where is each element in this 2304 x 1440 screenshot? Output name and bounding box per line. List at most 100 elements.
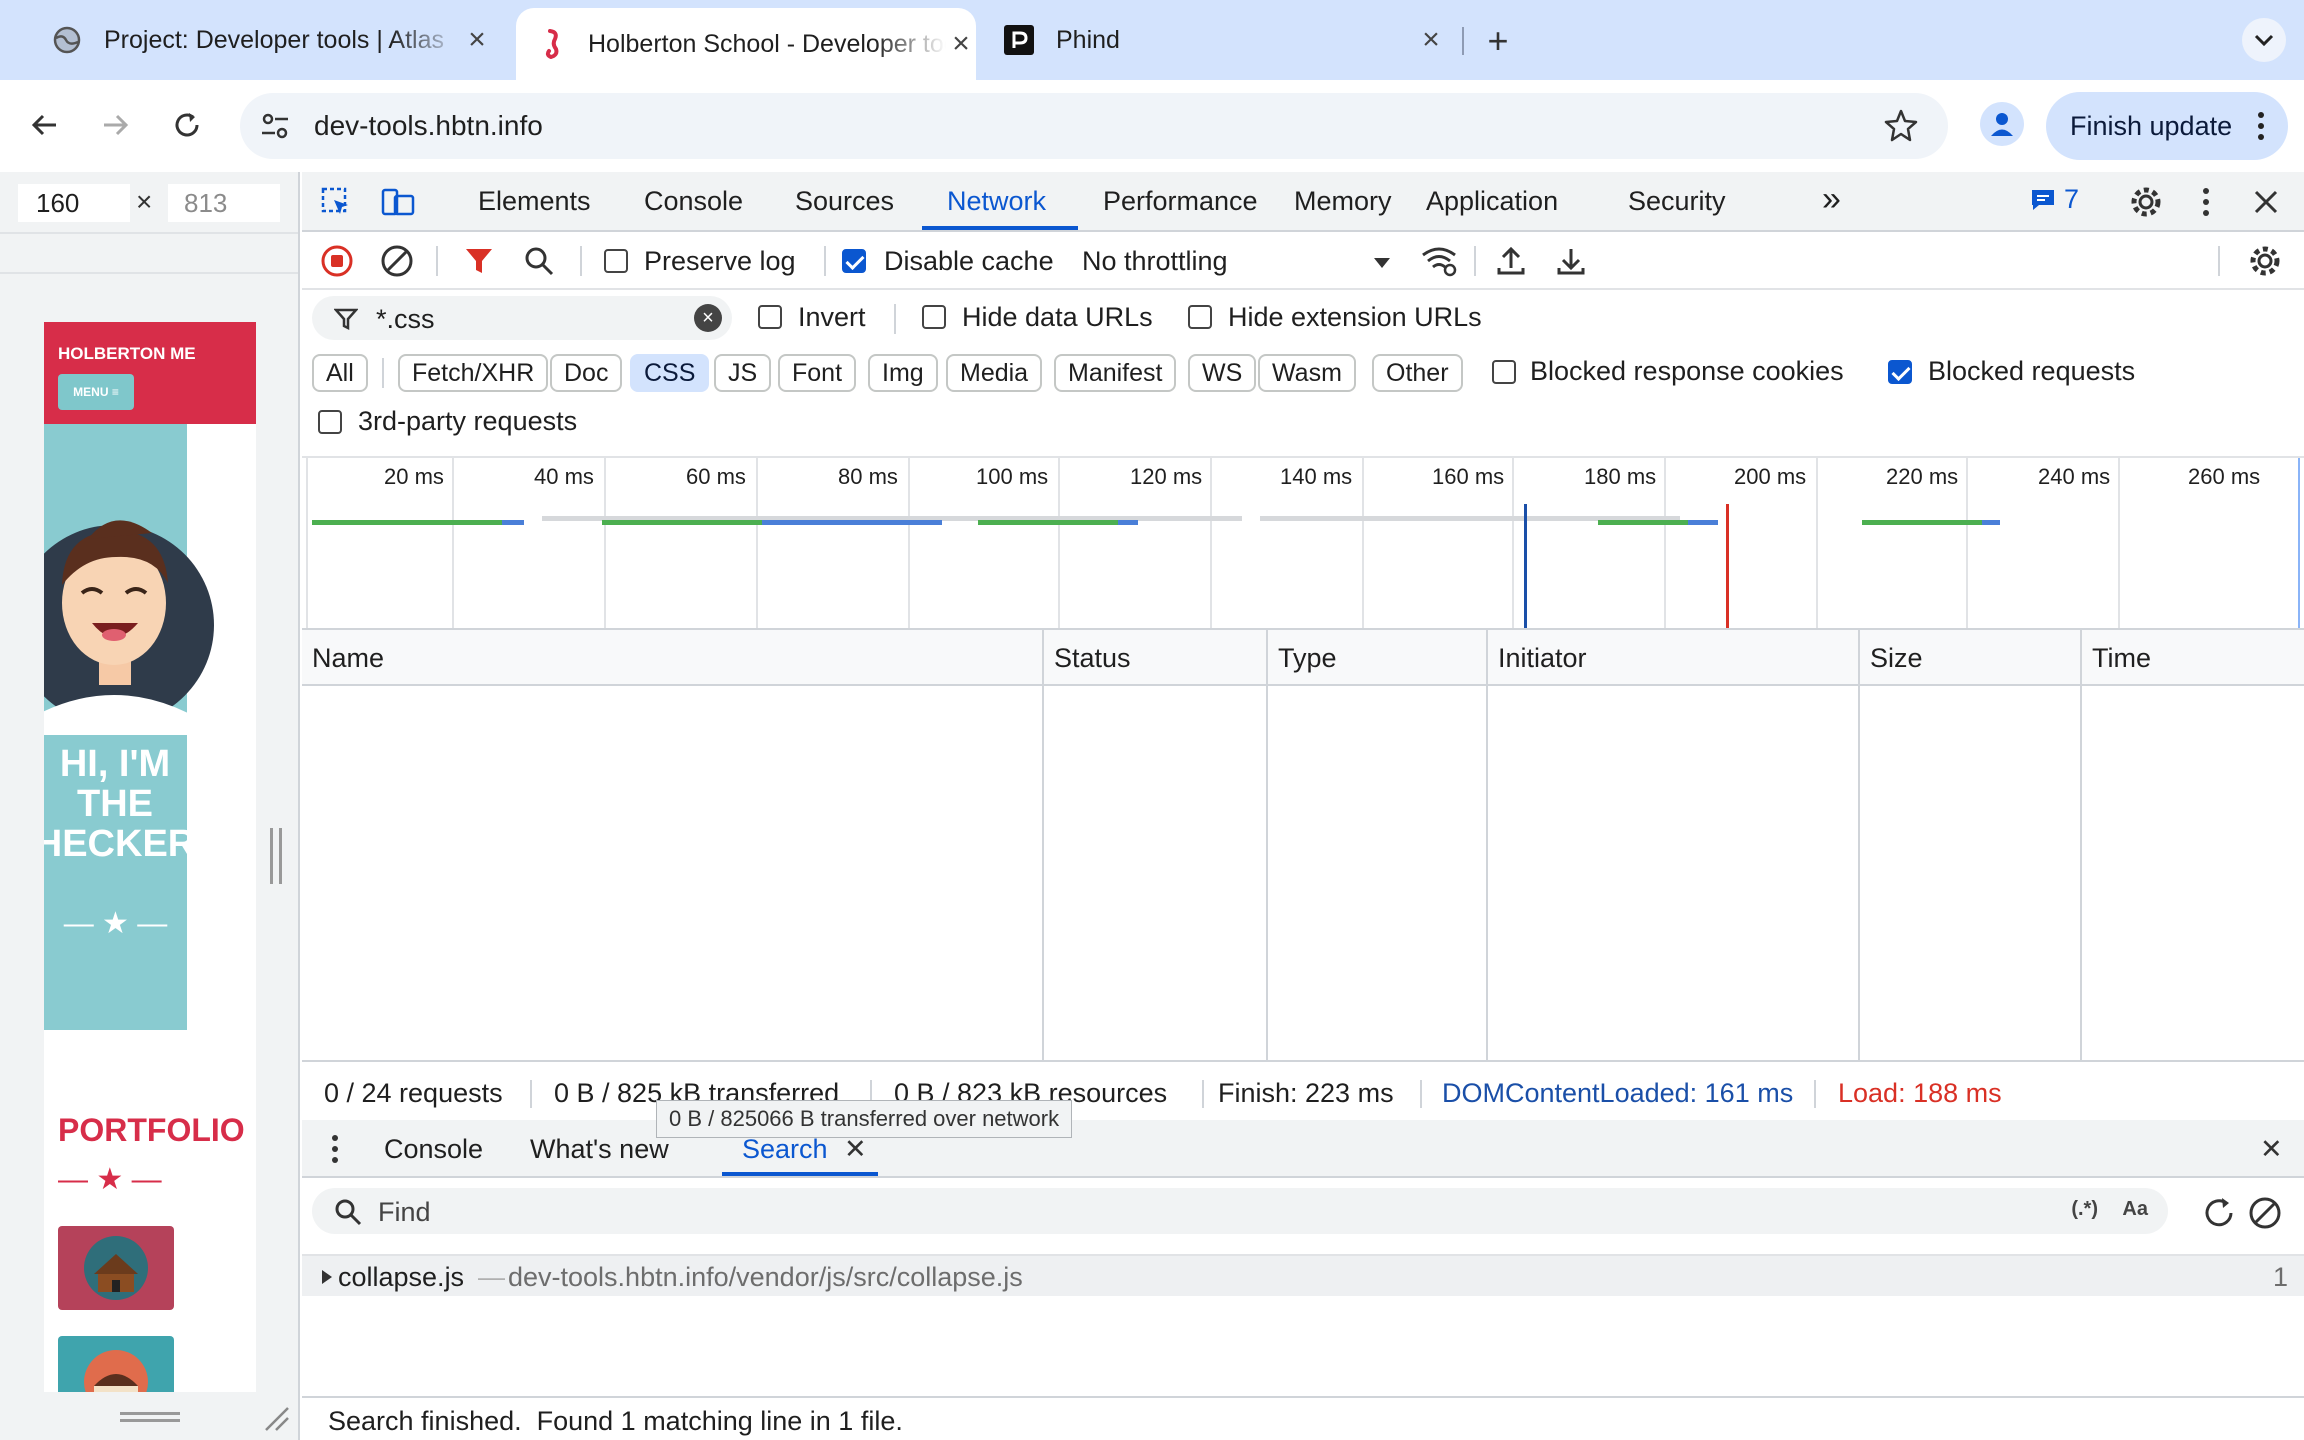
- match-case-toggle[interactable]: Aa: [2122, 1198, 2148, 1221]
- clear-filter-icon[interactable]: ×: [694, 304, 722, 332]
- clear-search-icon[interactable]: [2248, 1196, 2282, 1230]
- network-settings-button[interactable]: [2246, 242, 2284, 280]
- search-button[interactable]: [520, 242, 558, 280]
- search-icon: [525, 247, 554, 276]
- portfolio-thumbnail-cake[interactable]: [58, 1336, 174, 1392]
- viewport-width-input[interactable]: 160: [18, 184, 130, 222]
- regex-toggle[interactable]: (.*): [2071, 1198, 2098, 1221]
- throttling-select[interactable]: No throttling: [1082, 246, 1228, 277]
- tab-sources[interactable]: Sources: [795, 186, 894, 217]
- type-filter-ws[interactable]: WS: [1188, 354, 1257, 392]
- hide-data-urls-checkbox[interactable]: [922, 305, 946, 329]
- third-party-checkbox[interactable]: [318, 410, 342, 434]
- drawer-menu-icon[interactable]: [330, 1134, 340, 1164]
- hide-extension-urls-checkbox[interactable]: [1188, 305, 1212, 329]
- type-filter-manifest[interactable]: Manifest: [1054, 354, 1177, 392]
- filter-toggle-button[interactable]: [460, 242, 498, 280]
- type-filter-other[interactable]: Other: [1372, 354, 1463, 392]
- emulated-page[interactable]: HOLBERTON ME MENU ≡ HI, I'M THE HECKER —…: [44, 322, 256, 1392]
- result-file-path: dev-tools.hbtn.info/vendor/js/src/collap…: [508, 1262, 1023, 1292]
- browser-tab-holberton[interactable]: Holberton School - Developer tools ×: [516, 8, 976, 80]
- drawer-tab-console[interactable]: Console: [384, 1134, 483, 1165]
- portfolio-thumbnail-cabin[interactable]: [58, 1226, 174, 1310]
- search-input[interactable]: Find (.*) Aa: [312, 1188, 2168, 1234]
- site-menu-button[interactable]: MENU ≡: [58, 374, 134, 410]
- import-har-button[interactable]: [1492, 242, 1530, 280]
- viewport-resize-handle[interactable]: [270, 828, 282, 884]
- tab-elements[interactable]: Elements: [478, 186, 591, 217]
- blocked-requests-checkbox[interactable]: [1888, 360, 1912, 384]
- close-search-tab-icon[interactable]: ✕: [844, 1134, 867, 1165]
- browser-tab-phind[interactable]: Phind ×: [1004, 0, 1446, 80]
- forward-button[interactable]: [90, 100, 140, 150]
- preserve-log-checkbox[interactable]: [604, 249, 628, 273]
- clear-button[interactable]: [378, 242, 416, 280]
- refresh-search-icon[interactable]: [2202, 1196, 2236, 1230]
- type-filter-doc[interactable]: Doc: [550, 354, 623, 392]
- column-size[interactable]: Size: [1858, 630, 1923, 686]
- separator: [1202, 1080, 1204, 1108]
- inspect-cursor-icon: [321, 187, 348, 214]
- tab-memory[interactable]: Memory: [1294, 186, 1392, 217]
- tab-application[interactable]: Application: [1426, 186, 1558, 217]
- kebab-menu-icon: [2258, 112, 2264, 140]
- column-name[interactable]: Name: [302, 630, 384, 686]
- back-button[interactable]: [20, 100, 70, 150]
- request-bar: [502, 520, 524, 525]
- viewport-height-input[interactable]: 813: [168, 184, 280, 222]
- new-tab-button[interactable]: +: [1478, 20, 1518, 62]
- issues-counter[interactable]: 7: [2030, 184, 2079, 215]
- blocked-response-cookies-checkbox[interactable]: [1492, 360, 1516, 384]
- resize-corner-icon[interactable]: [262, 1404, 290, 1432]
- viewport-height-resize-handle[interactable]: [120, 1412, 180, 1422]
- type-filter-media[interactable]: Media: [946, 354, 1043, 392]
- tab-performance[interactable]: Performance: [1103, 186, 1258, 217]
- type-filter-css[interactable]: CSS: [630, 354, 710, 392]
- expand-arrow-icon[interactable]: [320, 1268, 334, 1286]
- tab-security[interactable]: Security: [1628, 186, 1726, 217]
- close-tab-icon[interactable]: ×: [462, 23, 492, 56]
- inspect-element-button[interactable]: [316, 182, 356, 222]
- devtools-menu-button[interactable]: [2186, 182, 2226, 222]
- type-filter-all[interactable]: All: [312, 354, 368, 392]
- tab-search-button[interactable]: [2242, 18, 2286, 62]
- more-tabs-button[interactable]: »: [1822, 180, 1841, 219]
- type-filter-fetch-xhr[interactable]: Fetch/XHR: [398, 354, 549, 392]
- export-har-button[interactable]: [1552, 242, 1590, 280]
- seahorse-icon: [536, 29, 566, 59]
- disable-cache-checkbox[interactable]: [842, 249, 866, 273]
- type-filter-wasm[interactable]: Wasm: [1258, 354, 1356, 392]
- close-tab-icon[interactable]: ×: [1416, 23, 1446, 56]
- type-filter-img[interactable]: Img: [868, 354, 938, 392]
- browser-tab-atlas[interactable]: Project: Developer tools | Atlas ×: [52, 0, 492, 80]
- finish-update-button[interactable]: Finish update: [2046, 92, 2288, 160]
- close-devtools-button[interactable]: [2246, 182, 2286, 222]
- record-button[interactable]: [318, 242, 356, 280]
- network-conditions-button[interactable]: [1420, 242, 1458, 280]
- site-settings-icon[interactable]: [258, 109, 292, 143]
- profile-avatar[interactable]: [1980, 102, 2024, 146]
- column-time[interactable]: Time: [2080, 630, 2151, 686]
- device-toolbar-toggle[interactable]: [378, 182, 418, 222]
- tab-network[interactable]: Network: [947, 186, 1046, 217]
- address-bar[interactable]: dev-tools.hbtn.info: [240, 93, 1948, 159]
- type-filter-font[interactable]: Font: [778, 354, 857, 392]
- search-result-row[interactable]: collapse.js — dev-tools.hbtn.info/vendor…: [302, 1254, 2304, 1296]
- column-initiator[interactable]: Initiator: [1486, 630, 1587, 686]
- type-filter-js[interactable]: JS: [714, 354, 772, 392]
- close-drawer-icon[interactable]: ✕: [2260, 1134, 2283, 1165]
- drawer-tab-whats-new[interactable]: What's new: [530, 1134, 669, 1165]
- dropdown-arrow-icon[interactable]: [1372, 256, 1392, 270]
- filter-input[interactable]: *.css ×: [312, 296, 732, 340]
- invert-checkbox[interactable]: [758, 305, 782, 329]
- download-icon: [1557, 249, 1585, 275]
- drawer-tab-search[interactable]: Search: [742, 1134, 828, 1165]
- bookmark-star-icon[interactable]: [1882, 107, 1920, 145]
- column-type[interactable]: Type: [1266, 630, 1337, 686]
- column-status[interactable]: Status: [1042, 630, 1131, 686]
- tab-console[interactable]: Console: [644, 186, 743, 217]
- devtools-settings-button[interactable]: [2126, 182, 2166, 222]
- reload-button[interactable]: [162, 100, 212, 150]
- close-tab-icon[interactable]: ×: [946, 27, 976, 60]
- network-overview-timeline[interactable]: 20 ms 40 ms 60 ms 80 ms 100 ms 120 ms 14…: [302, 456, 2304, 630]
